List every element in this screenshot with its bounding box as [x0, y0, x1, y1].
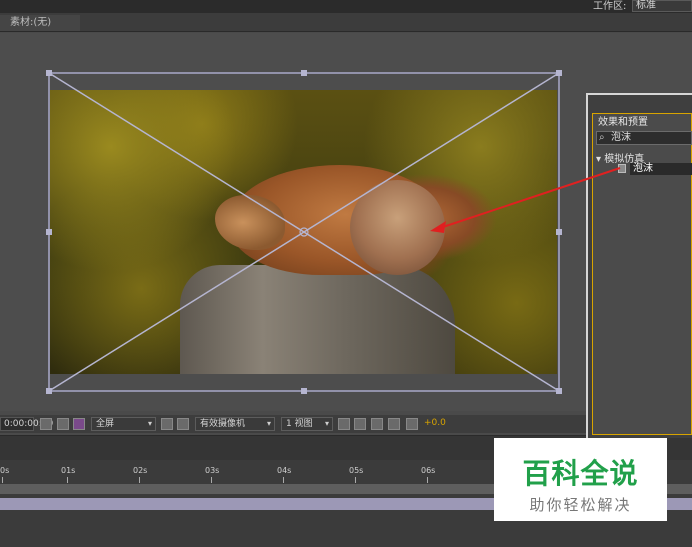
annotation-arrowhead	[430, 221, 446, 233]
annotation-arrow-line	[439, 167, 621, 229]
watermark-title: 百科全说	[522, 457, 639, 490]
watermark-subtitle: 助你轻松解决	[529, 496, 632, 514]
watermark-logo: 百科全说 助你轻松解决	[494, 438, 667, 521]
